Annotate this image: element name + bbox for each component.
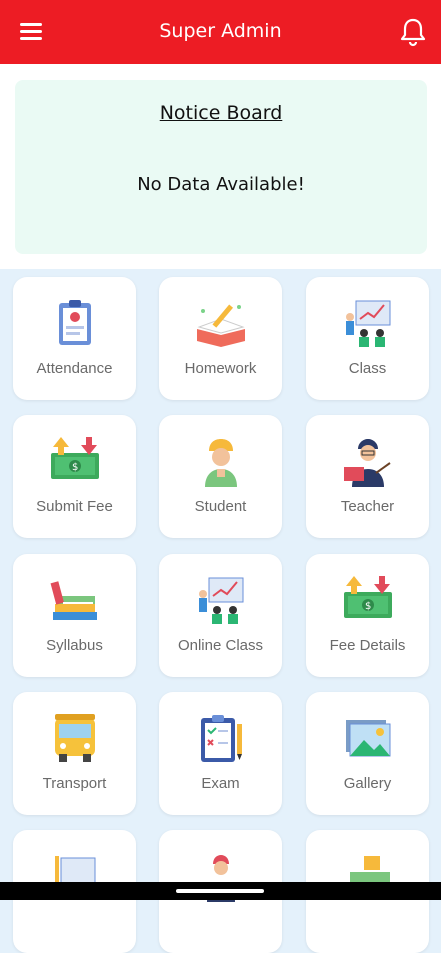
gallery-icon bbox=[340, 710, 396, 766]
home-indicator[interactable] bbox=[176, 889, 264, 893]
exam-icon bbox=[193, 710, 249, 766]
system-nav-bar bbox=[0, 882, 441, 900]
notice-board-message: No Data Available! bbox=[137, 174, 305, 195]
tile-class[interactable]: Class bbox=[306, 277, 429, 400]
svg-text:$: $ bbox=[365, 601, 371, 612]
svg-text:$: $ bbox=[72, 462, 78, 473]
bell-icon[interactable] bbox=[395, 14, 431, 50]
tile-label: Exam bbox=[201, 775, 240, 792]
teacher-icon bbox=[340, 433, 396, 489]
notice-board-card: Notice Board No Data Available! bbox=[15, 80, 427, 254]
tile-label: Online Class bbox=[177, 637, 264, 654]
tile-exam[interactable]: Exam bbox=[159, 692, 282, 815]
tile-label: Gallery bbox=[343, 775, 392, 792]
homework-icon bbox=[193, 295, 249, 351]
transport-icon bbox=[47, 710, 103, 766]
tile-syllabus[interactable]: Syllabus bbox=[13, 554, 136, 677]
tile-label: Fee Details bbox=[329, 637, 406, 654]
tile-submit-fee[interactable]: $ Submit Fee bbox=[13, 415, 136, 538]
tile-fee-details[interactable]: $ Fee Details bbox=[306, 554, 429, 677]
tile-label: Transport bbox=[42, 775, 107, 792]
class-icon bbox=[340, 295, 396, 351]
app-title: Super Admin bbox=[159, 20, 282, 42]
attendance-icon bbox=[47, 295, 103, 351]
tile-label: Syllabus bbox=[46, 637, 103, 654]
fee-details-icon: $ bbox=[340, 572, 396, 628]
notice-section: Notice Board No Data Available! bbox=[0, 64, 441, 269]
tile-label: Student bbox=[194, 498, 247, 515]
tile-label: Class bbox=[348, 360, 387, 377]
tile-label: Homework bbox=[184, 360, 257, 377]
tile-transport[interactable]: Transport bbox=[13, 692, 136, 815]
student-icon bbox=[193, 433, 249, 489]
tile-teacher[interactable]: Teacher bbox=[306, 415, 429, 538]
tile-label: Submit Fee bbox=[36, 498, 113, 515]
tile-label: Attendance bbox=[36, 360, 113, 377]
tile-gallery[interactable]: Gallery bbox=[306, 692, 429, 815]
tile-label: Teacher bbox=[340, 498, 395, 515]
notice-board-title: Notice Board bbox=[159, 102, 283, 124]
submit-fee-icon: $ bbox=[47, 433, 103, 489]
tile-online-class[interactable]: Online Class bbox=[159, 554, 282, 677]
app-bar: Super Admin bbox=[0, 0, 441, 64]
tile-homework[interactable]: Homework bbox=[159, 277, 282, 400]
tile-attendance[interactable]: Attendance bbox=[13, 277, 136, 400]
tile-student[interactable]: Student bbox=[159, 415, 282, 538]
online-class-icon bbox=[193, 572, 249, 628]
syllabus-icon bbox=[47, 572, 103, 628]
